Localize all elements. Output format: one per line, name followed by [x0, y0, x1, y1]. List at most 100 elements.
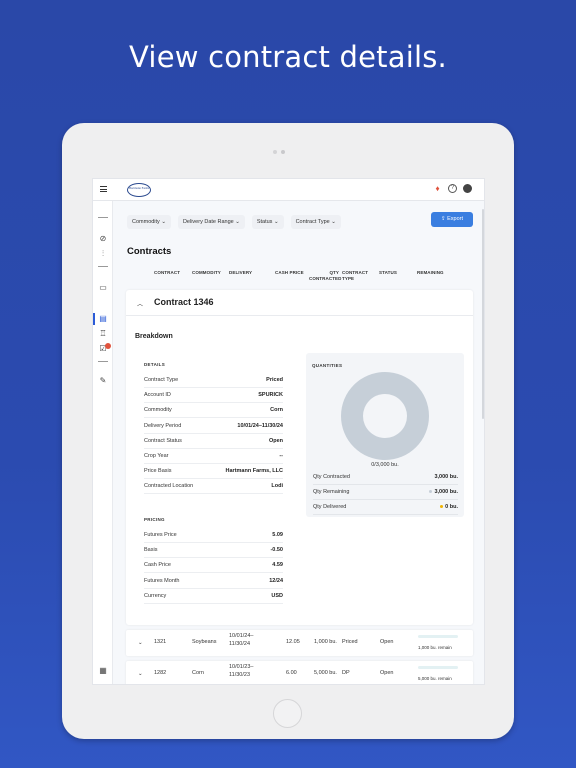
- quantities-value-text: 0 bu.: [445, 504, 458, 511]
- row-delivery-end: 11/30/23: [229, 672, 251, 678]
- camera: [273, 150, 289, 154]
- details-row: Account ID SPURICK: [144, 388, 283, 404]
- contract-row[interactable]: ⌄ 1321 Soybeans 10/01/24– 11/30/24 12.05 1,000…: [126, 630, 473, 656]
- details-key: Price Basis: [144, 468, 172, 475]
- details-key: Contract Type: [144, 377, 179, 383]
- top-bar: Hartmann Farms ♦ ?: [93, 179, 484, 201]
- bell-icon[interactable]: ♦: [433, 184, 442, 193]
- row-commodity: Corn: [192, 670, 204, 676]
- filter-label: Delivery Date Range: [182, 219, 234, 225]
- menu-icon[interactable]: [100, 186, 107, 192]
- quantities-value: 3,000 bu.: [434, 470, 458, 485]
- details-value-text: 10/01/24–11/30/24: [237, 422, 283, 429]
- details-key: Contracted Location: [144, 483, 194, 490]
- col-contract-type[interactable]: CONTRACT TYPE: [342, 270, 368, 282]
- chevron-down-icon: ⌄: [273, 219, 279, 225]
- filter-delivery-date-range[interactable]: Delivery Date Range ⌄: [177, 215, 245, 229]
- company-logo[interactable]: Hartmann Farms: [127, 183, 151, 197]
- details-key: Account ID: [144, 392, 171, 399]
- logo-text: Hartmann Farms: [128, 186, 150, 190]
- chevron-down-icon: ⌄: [331, 219, 336, 225]
- col-type-line2: TYPE: [342, 276, 355, 281]
- scale-icon[interactable]: ♖: [98, 329, 108, 338]
- contract-header[interactable]: ︿ Contract 1346: [126, 290, 473, 316]
- details-label: DETAILS: [144, 362, 166, 367]
- col-delivery[interactable]: DELIVERY: [229, 270, 252, 276]
- col-commodity[interactable]: COMMODITY: [192, 270, 221, 276]
- quantities-row: Qty Contracted 3,000 bu.: [313, 470, 458, 485]
- row-contract: 1282: [154, 670, 167, 676]
- details-value-text: Corn: [270, 407, 283, 414]
- no-sync-icon[interactable]: ⊘: [98, 234, 108, 243]
- col-cash-price[interactable]: CASH PRICE: [275, 270, 304, 276]
- chevron-down-icon[interactable]: ⌄: [138, 640, 143, 647]
- legend-dot-icon: [440, 505, 444, 509]
- filter-commodity[interactable]: Commodity ⌄: [127, 215, 171, 229]
- details-value-text: Lodi: [271, 483, 283, 490]
- row-cash-price: 12.05: [286, 639, 300, 645]
- inbox-icon[interactable]: ▭: [98, 283, 108, 292]
- details-row: Contract Status Open: [144, 434, 283, 449]
- headline: View contract details.: [129, 40, 447, 74]
- chevron-up-icon[interactable]: ︿: [137, 299, 143, 308]
- pricing-value-text: -0.50: [270, 547, 283, 554]
- row-type: DP: [342, 670, 350, 676]
- details-value-text: SPURICK: [258, 392, 283, 399]
- details-value: SPURICK: [258, 388, 283, 403]
- sliders-icon[interactable]: ⫶: [98, 249, 108, 258]
- filter-status[interactable]: Status ⌄: [251, 215, 284, 229]
- pricing-value: 12/24: [269, 574, 283, 589]
- col-status[interactable]: STATUS: [379, 270, 397, 276]
- pricing-row: Futures Price 5.09: [144, 528, 283, 543]
- quantities-value: 0 bu.: [440, 500, 458, 515]
- row-remaining: 1,000 bu. remain: [418, 645, 452, 650]
- pricing-row: Basis -0.50: [144, 543, 283, 559]
- pricing-value-text: 5.09: [272, 532, 283, 538]
- filter-label: Status: [256, 219, 273, 225]
- details-value-text: --: [279, 453, 283, 459]
- row-status: Open: [380, 639, 394, 645]
- col-remaining[interactable]: REMAINING: [417, 270, 444, 276]
- export-icon: ⇪: [440, 216, 446, 222]
- pricing-key: Currency: [144, 592, 167, 599]
- sidebar: ⊘ ⫶ ▭ ▤ ♖ ☑ ✎ ▦: [93, 201, 113, 684]
- page-title: Contracts: [127, 246, 172, 257]
- help-icon[interactable]: ?: [448, 184, 457, 193]
- row-delivery-start: 10/01/24–: [229, 633, 254, 639]
- app-screen: Hartmann Farms ♦ ? ⊘ ⫶ ▭ ▤ ♖ ☑ ✎ ▦ Commo…: [92, 178, 485, 685]
- chevron-down-icon[interactable]: ⌄: [138, 671, 143, 678]
- avatar-icon[interactable]: [463, 184, 472, 193]
- export-button[interactable]: ⇪ Export: [431, 212, 473, 227]
- row-delivery-end: 11/30/24: [229, 641, 251, 647]
- pricing-value-text: 4.59: [272, 562, 283, 569]
- row-status: Open: [380, 670, 394, 676]
- pricing-key: Cash Price: [144, 562, 171, 569]
- col-contract[interactable]: CONTRACT: [154, 270, 180, 276]
- quantities-key: Qty Contracted: [313, 474, 350, 480]
- details-value-text: Open: [268, 437, 283, 444]
- remaining-progress-bar: [418, 666, 458, 669]
- details-value: Hartmann Farms, LLC: [226, 464, 283, 479]
- quantities-value: 3,000 bu.: [429, 485, 458, 500]
- col-qty-contracted[interactable]: QTY CONTRACTED: [309, 270, 342, 282]
- col-qty-line2: CONTRACTED: [309, 276, 342, 281]
- row-cash-price: 6.00: [286, 670, 297, 676]
- active-indicator: [93, 313, 95, 325]
- remaining-progress-bar: [418, 635, 458, 638]
- contracts-icon[interactable]: ▤: [98, 314, 108, 323]
- row-qty: 1,000 bu.: [314, 639, 337, 645]
- details-row: Price Basis Hartmann Farms, LLC: [144, 464, 283, 480]
- row-remaining: 5,000 bu. remain: [418, 676, 452, 681]
- calculator-icon[interactable]: ▦: [98, 666, 108, 675]
- notes-icon[interactable]: ✎: [98, 376, 108, 385]
- contract-row[interactable]: ⌄ 1282 Corn 10/01/23– 11/30/23 6.00 5,000 bu. D…: [126, 661, 473, 684]
- filter-bar: Commodity ⌄ Delivery Date Range ⌄ Status…: [127, 215, 341, 229]
- pricing-value: 5.09: [272, 528, 283, 543]
- scrollbar[interactable]: [482, 209, 484, 419]
- row-delivery-start: 10/01/23–: [229, 664, 254, 670]
- filter-contract-type[interactable]: Contract Type ⌄: [290, 215, 341, 229]
- home-button[interactable]: [273, 699, 302, 728]
- pricing-key: Futures Month: [144, 577, 180, 584]
- details-row: Delivery Period 10/01/24–11/30/24: [144, 419, 283, 434]
- row-type: Priced: [342, 639, 358, 645]
